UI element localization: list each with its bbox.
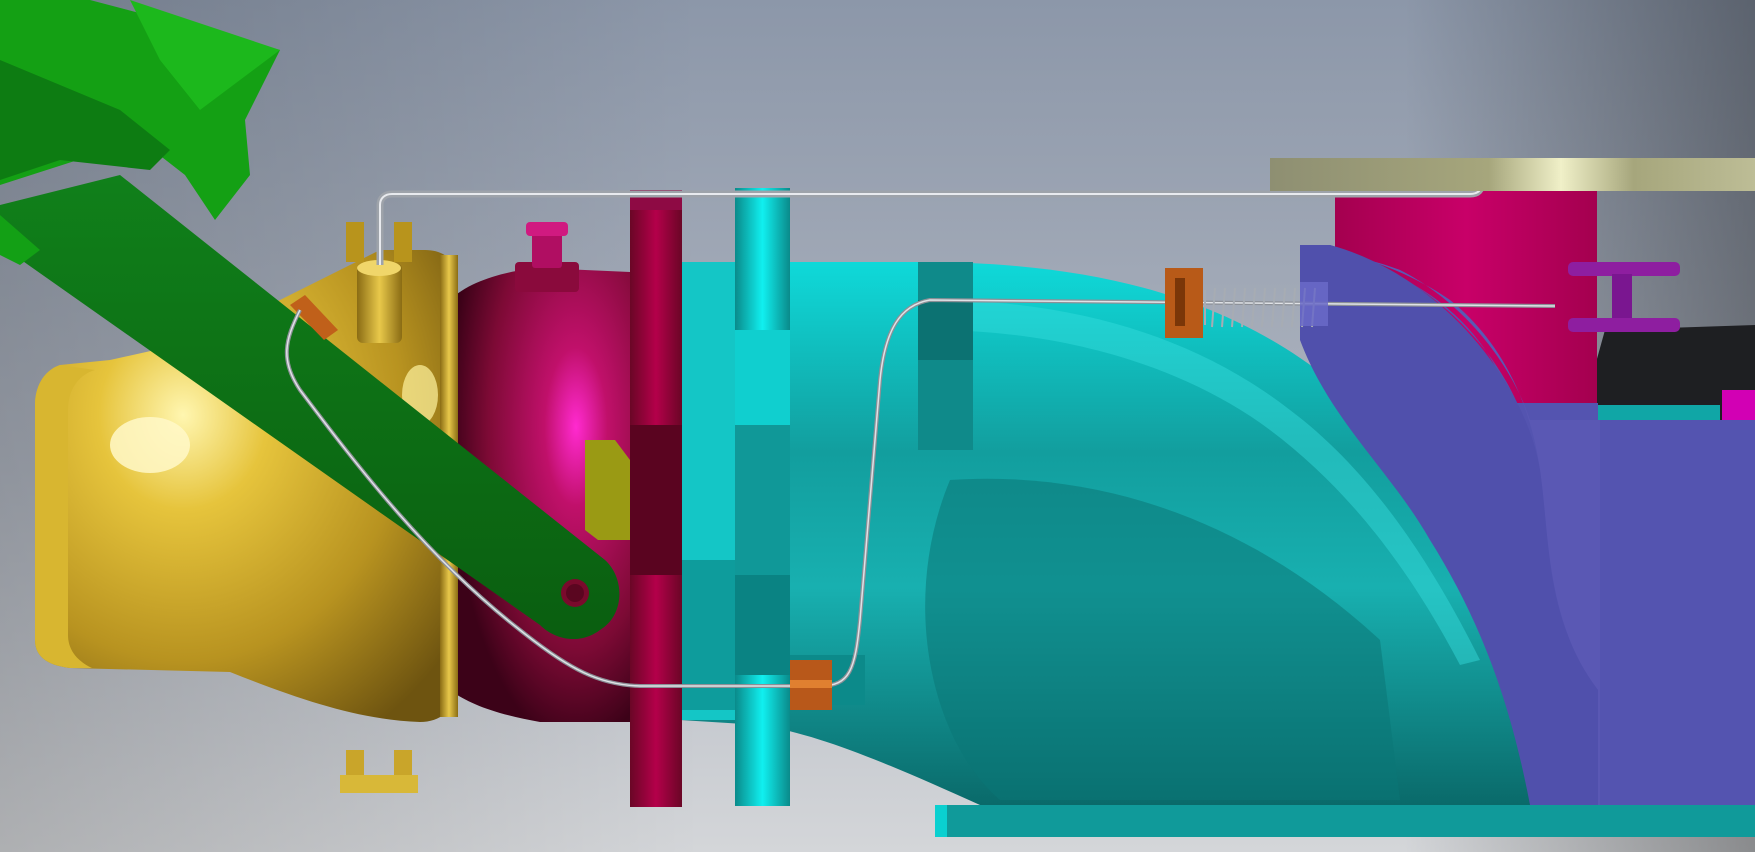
spring-end-cap xyxy=(1300,282,1328,326)
plenum-flange-lower xyxy=(630,425,682,575)
runner-flange-bolt-mid xyxy=(735,425,790,575)
cable-clamp-lower-slot xyxy=(790,680,832,688)
top-rail xyxy=(1270,158,1755,191)
base-plate xyxy=(935,805,1755,837)
i-beam-clip-bottom xyxy=(1568,318,1680,332)
magenta-tab-right xyxy=(1722,390,1755,422)
i-beam-clip-top xyxy=(1568,262,1680,276)
runner-collar-face xyxy=(918,300,973,360)
cad-viewport[interactable] xyxy=(0,0,1755,852)
plenum-fitting-cap xyxy=(526,222,568,236)
gold-post-top-left xyxy=(346,222,364,262)
cable-clamp-upper-slot xyxy=(1175,278,1185,326)
base-plate-edge xyxy=(935,805,947,837)
cad-scene xyxy=(0,0,1755,852)
throttle-body-highlight xyxy=(110,417,190,473)
runner-flange-bolt-top xyxy=(735,330,790,425)
gold-post-bottom-bar xyxy=(340,775,418,793)
olive-block xyxy=(585,440,630,540)
runner-flange-bolt-low xyxy=(735,575,790,675)
i-beam-clip-web xyxy=(1612,274,1632,322)
gold-post-top-right xyxy=(394,222,412,262)
lever-pivot-hole-inner xyxy=(566,584,584,602)
